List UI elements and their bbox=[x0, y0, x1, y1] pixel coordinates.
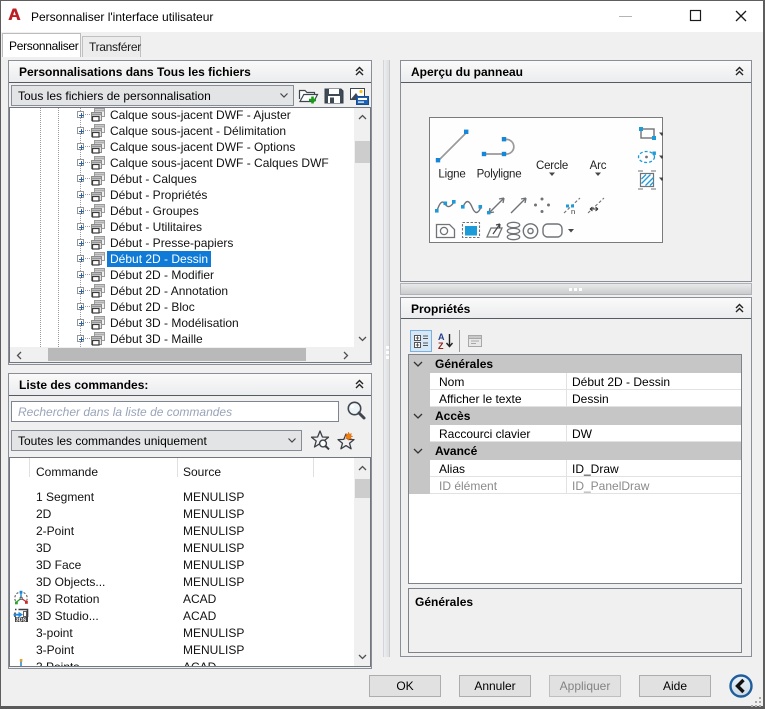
svg-text:Polyligne: Polyligne bbox=[477, 169, 522, 181]
svg-text:Cercle: Cercle bbox=[536, 160, 568, 172]
svg-text:Arc: Arc bbox=[590, 160, 607, 172]
svg-text:Ligne: Ligne bbox=[438, 169, 465, 181]
svg-text:3DS: 3DS bbox=[16, 618, 27, 623]
svg-text:n: n bbox=[571, 207, 575, 216]
svg-text:Z: Z bbox=[438, 341, 444, 351]
